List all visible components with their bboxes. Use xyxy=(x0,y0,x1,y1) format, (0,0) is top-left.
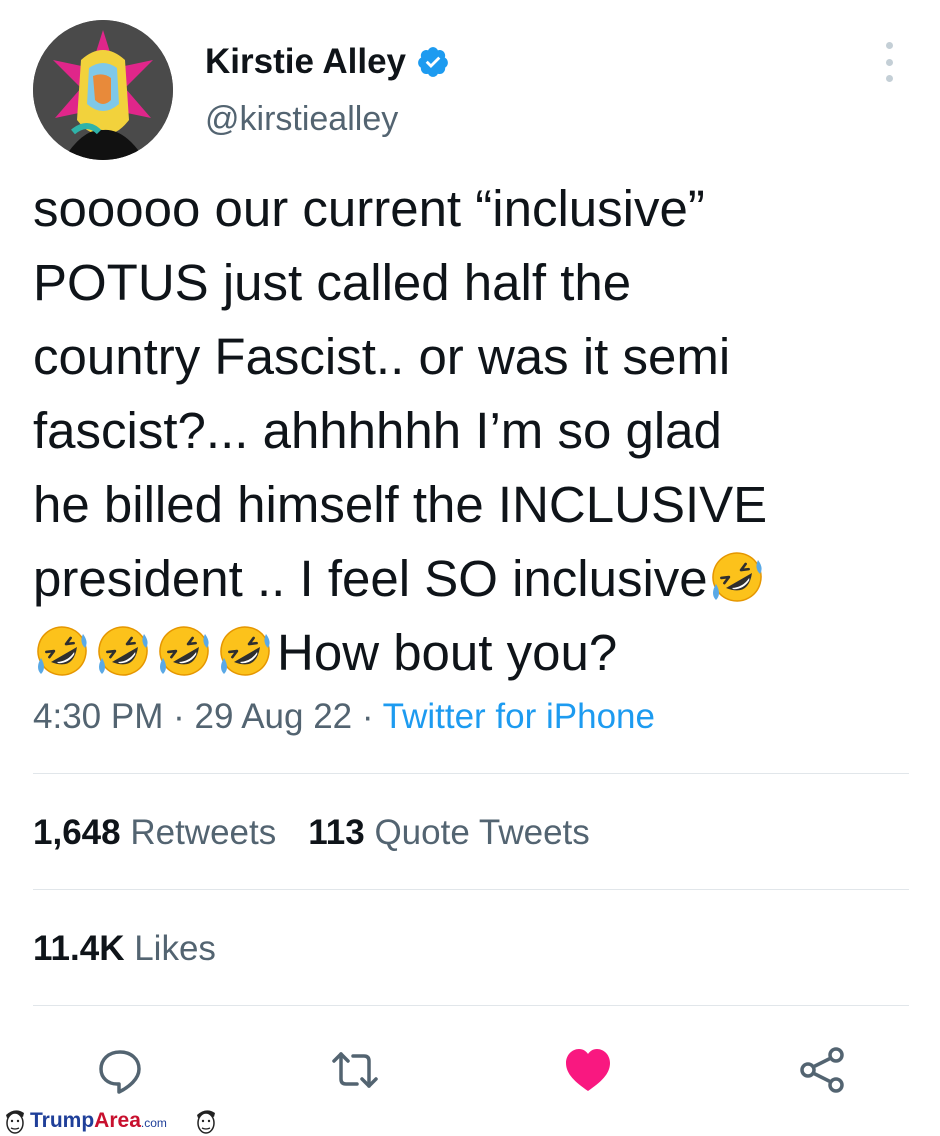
tweet-meta: 4:30 PM · 29 Aug 22 · Twitter for iPhone xyxy=(33,697,655,737)
tweet-line: he billed himself the INCLUSIVE xyxy=(33,476,768,533)
author-name-row[interactable]: Kirstie Alley xyxy=(205,42,450,82)
watermark-part3: .com xyxy=(140,1116,167,1130)
heart-icon[interactable] xyxy=(563,1045,613,1095)
rolling-laughing-emoji-icon xyxy=(216,622,274,680)
face-logo-icon xyxy=(6,1110,24,1134)
rolling-laughing-emoji-icon xyxy=(33,622,91,680)
face-logo-icon xyxy=(197,1110,215,1134)
tweet-time[interactable]: 4:30 PM xyxy=(33,697,163,736)
author-avatar[interactable] xyxy=(33,20,173,160)
author-name[interactable]: Kirstie Alley xyxy=(205,42,406,82)
tweet-line-with-emoji: president .. I feel SO inclusive xyxy=(33,542,913,616)
watermark-part2: Area xyxy=(94,1109,141,1132)
watermark: TrumpArea.com xyxy=(0,1106,230,1136)
likes-stats[interactable]: 11.4K Likes xyxy=(33,929,216,969)
tweet-line-text: How bout you? xyxy=(277,624,618,681)
watermark-part1: Trump xyxy=(30,1109,95,1132)
watermark-text: TrumpArea.com xyxy=(30,1109,167,1133)
tweet-date[interactable]: 29 Aug 22 xyxy=(194,697,352,736)
rolling-laughing-emoji-icon xyxy=(708,548,766,606)
verified-badge-icon xyxy=(416,45,450,79)
share-icon[interactable] xyxy=(797,1045,847,1095)
tweet-line-text: president .. I feel SO inclusive xyxy=(33,550,708,607)
retweet-stats: 1,648 Retweets 113 Quote Tweets xyxy=(33,813,590,853)
retweets-link[interactable]: 1,648 Retweets xyxy=(33,813,276,852)
divider xyxy=(33,1005,909,1006)
tweet-actions xyxy=(0,1045,940,1095)
retweet-icon[interactable] xyxy=(330,1045,380,1095)
tweet-line: country Fascist.. or was it semi xyxy=(33,328,731,385)
rolling-laughing-emoji-icon xyxy=(155,622,213,680)
divider xyxy=(33,773,909,774)
quotes-label: Quote Tweets xyxy=(374,813,590,852)
tweet-source-link[interactable]: Twitter for iPhone xyxy=(383,697,655,736)
quote-tweets-link[interactable]: 113 Quote Tweets xyxy=(308,813,590,852)
rolling-laughing-emoji-icon xyxy=(94,622,152,680)
retweets-count: 1,648 xyxy=(33,813,121,852)
tweet-header: Kirstie Alley @kirstiealley xyxy=(33,20,913,160)
meta-separator: · xyxy=(173,697,185,736)
author-handle[interactable]: @kirstiealley xyxy=(205,100,398,139)
tweet-text: sooooo our current “inclusive” POTUS jus… xyxy=(33,172,913,690)
tweet-line: fascist?... ahhhhhh I’m so glad xyxy=(33,402,722,459)
reply-icon[interactable] xyxy=(95,1045,145,1095)
divider xyxy=(33,889,909,890)
tweet-line: POTUS just called half the xyxy=(33,254,632,311)
likes-count: 11.4K xyxy=(33,929,125,968)
likes-label: Likes xyxy=(134,929,216,968)
quotes-count: 113 xyxy=(308,813,365,852)
meta-separator: · xyxy=(361,697,374,736)
tweet-line-with-emoji: How bout you? xyxy=(33,616,913,690)
more-icon[interactable] xyxy=(879,42,899,82)
retweets-label: Retweets xyxy=(130,813,277,852)
tweet-line: sooooo our current “inclusive” xyxy=(33,180,705,237)
